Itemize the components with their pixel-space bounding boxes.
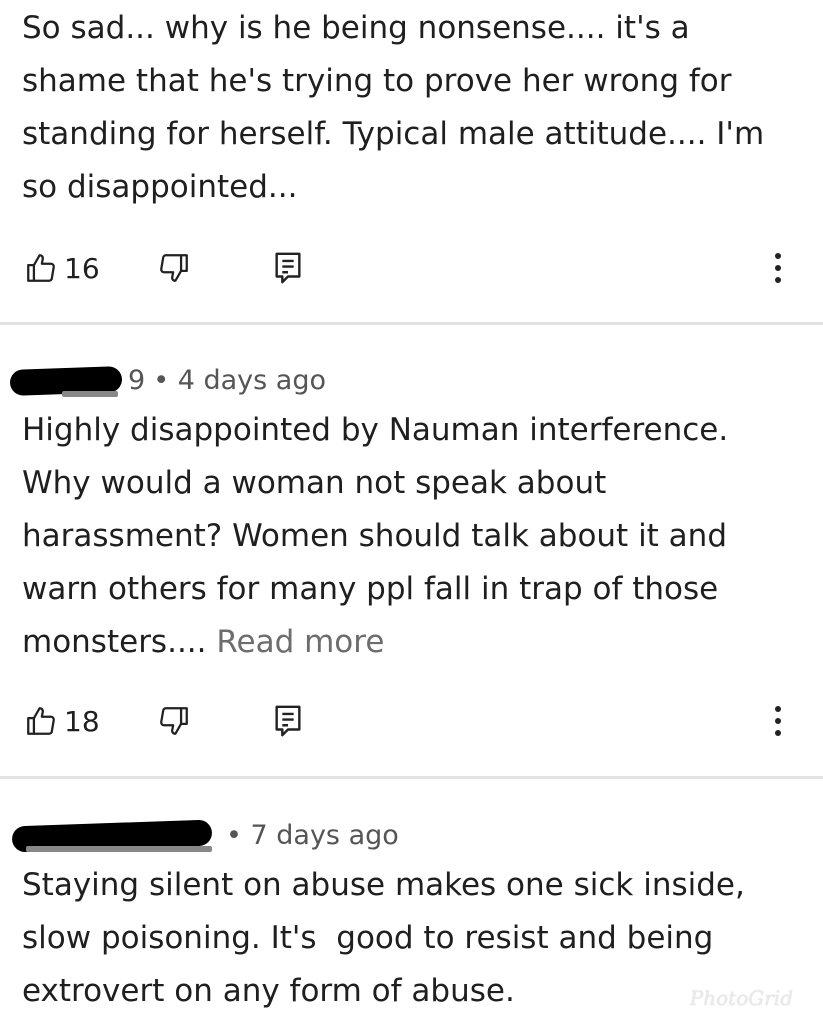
more-vertical-icon <box>768 703 788 739</box>
redacted-author-name <box>11 818 218 853</box>
comment-divider <box>0 776 823 779</box>
like-count: 16 <box>64 251 100 285</box>
comment-divider <box>0 322 823 325</box>
comment-body: So sad... why is he being nonsense.... i… <box>22 10 765 205</box>
thumbs-up-icon <box>24 704 58 738</box>
author-name[interactable]: 9 <box>128 365 145 396</box>
dislike-button[interactable] <box>157 248 191 288</box>
reply-icon <box>273 251 303 285</box>
comment-actions: 16 <box>0 248 823 288</box>
comment-body: Highly disappointed by Nauman interferen… <box>22 412 729 660</box>
redacted-author-name <box>9 363 123 397</box>
comment-text: Highly disappointed by Nauman interferen… <box>22 404 812 669</box>
more-options-button[interactable] <box>768 248 788 288</box>
like-button[interactable]: 18 <box>24 701 100 741</box>
read-more-link[interactable]: Read more <box>216 624 384 660</box>
thumbs-down-icon <box>157 704 191 738</box>
comment-time: • 4 days ago <box>153 364 326 396</box>
comment-actions: 18 <box>0 701 823 741</box>
thumbs-down-icon <box>157 251 191 285</box>
thumbs-up-icon <box>24 251 58 285</box>
comment-text: So sad... why is he being nonsense.... i… <box>22 2 812 214</box>
like-count: 18 <box>64 704 100 738</box>
reply-icon <box>273 704 303 738</box>
comment-time: • 7 days ago <box>226 819 399 851</box>
more-vertical-icon <box>768 250 788 286</box>
dislike-button[interactable] <box>157 701 191 741</box>
comment-meta: • 7 days ago <box>11 815 399 855</box>
reply-button[interactable] <box>273 248 303 288</box>
more-options-button[interactable] <box>768 701 788 741</box>
comment-meta: 9 • 4 days ago <box>9 360 326 400</box>
photogrid-watermark: PhotoGrid <box>689 986 793 1010</box>
reply-button[interactable] <box>273 701 303 741</box>
like-button[interactable]: 16 <box>24 248 100 288</box>
comment-body: Staying silent on abuse makes one sick i… <box>22 867 745 1009</box>
